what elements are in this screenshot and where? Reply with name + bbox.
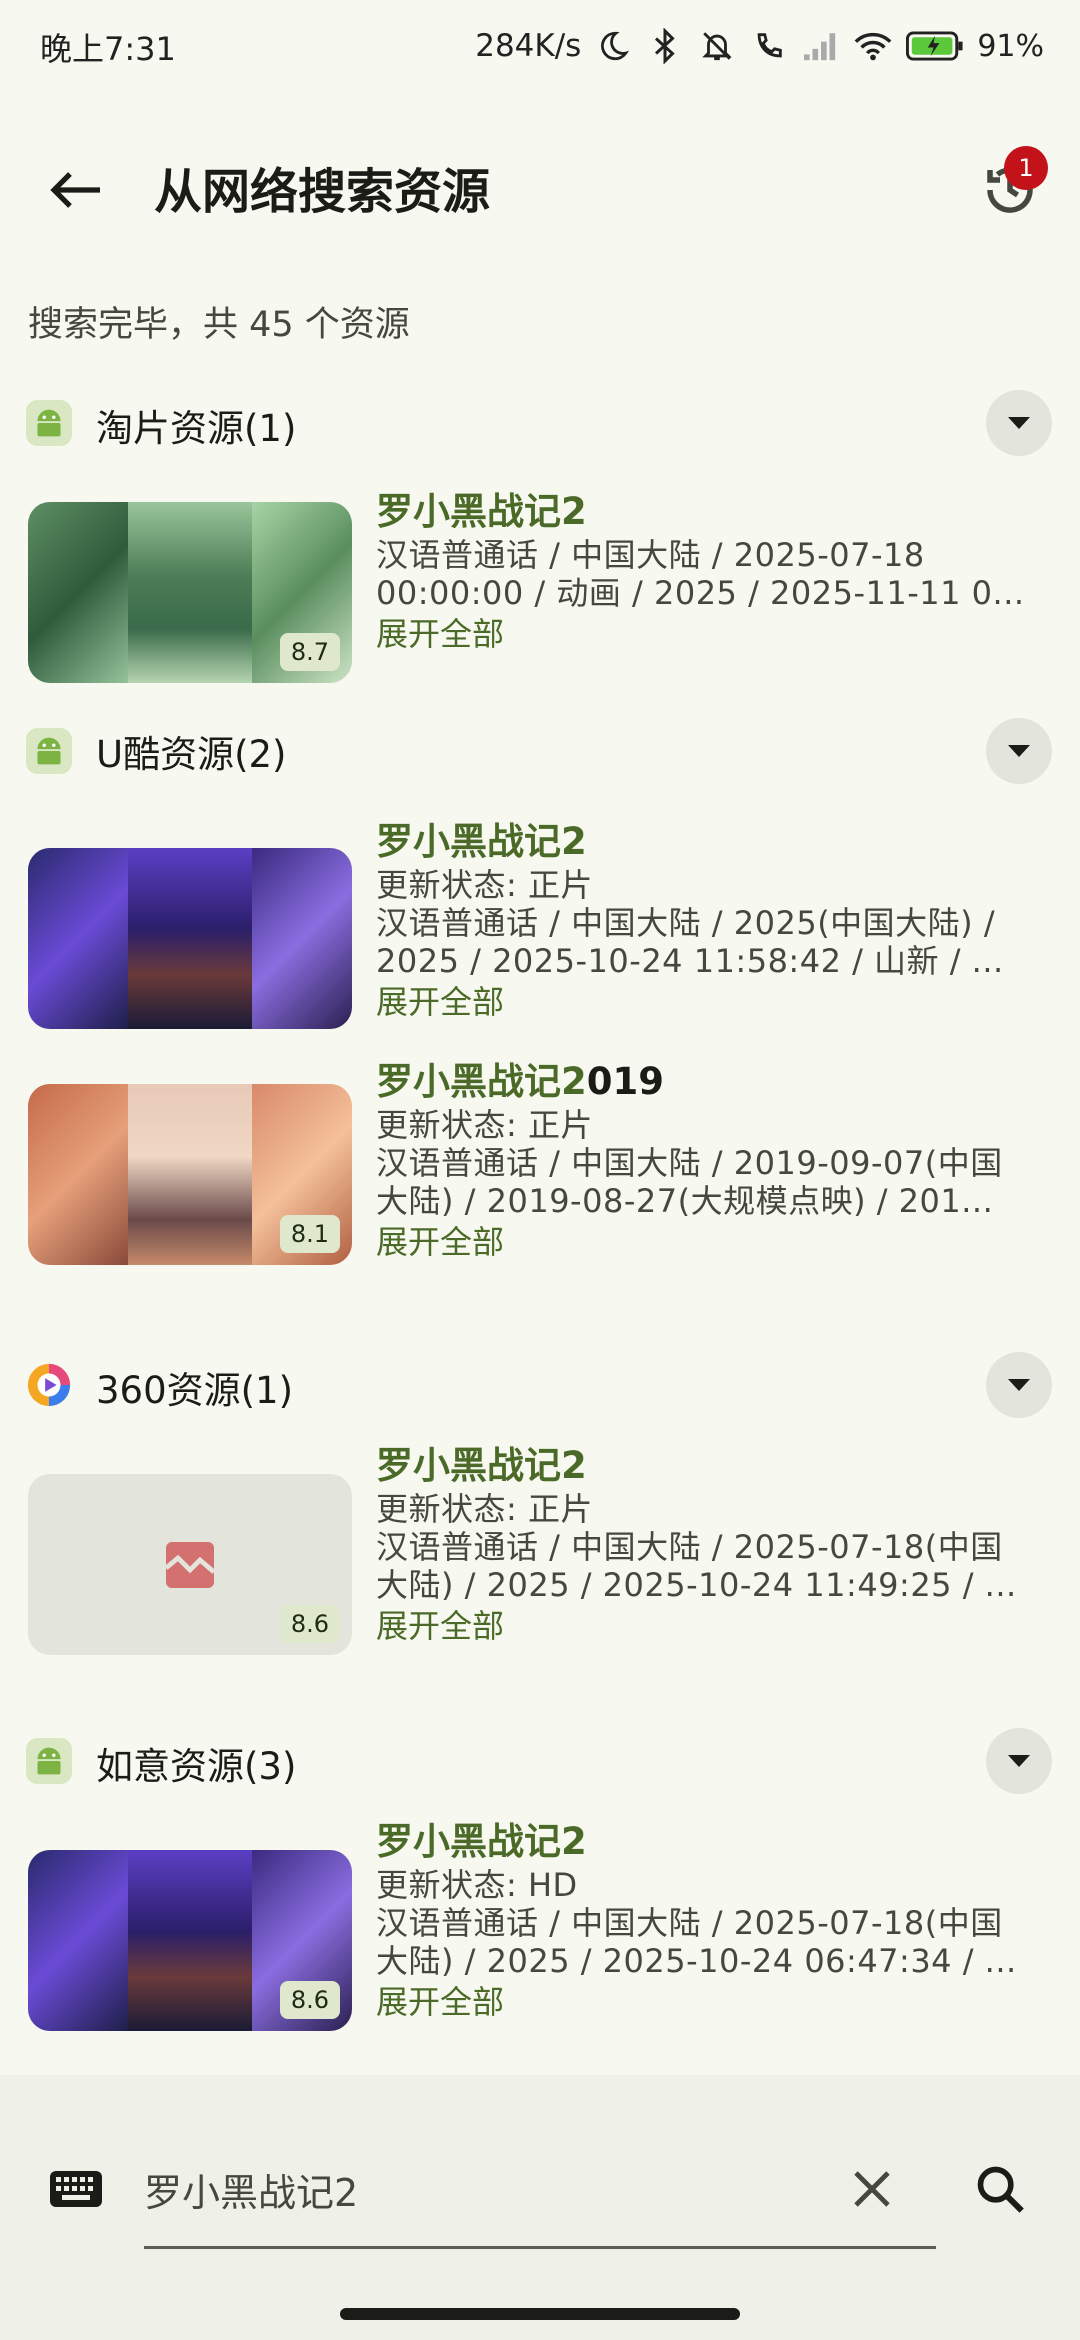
caret-down-icon [1008,745,1030,757]
item-title-suffix: 019 [586,1060,664,1103]
item-title: 罗小黑战记2 [376,1444,587,1487]
back-arrow-icon [50,172,100,208]
close-icon [854,2171,890,2207]
item-meta-line: 汉语普通话 / 中国大陆 / 2025-07-18 [376,536,925,574]
update-status: 更新状态: HD [376,1866,578,1904]
score-badge: 8.7 [280,633,340,671]
360-icon [27,1363,71,1407]
group-expand-button[interactable] [986,1728,1052,1794]
search-input[interactable] [144,2153,934,2225]
item-meta-line: 汉语普通话 / 中国大陆 / 2025-07-18(中国 [376,1528,1003,1566]
update-status: 更新状态: 正片 [376,866,593,904]
search-button[interactable] [964,2153,1036,2225]
clear-button[interactable] [836,2153,908,2225]
list-item[interactable]: 8.6 罗小黑战记2 更新状态: HD 汉语普通话 / 中国大陆 / 2025-… [0,1816,1080,2075]
item-meta-line: 大陆) / 2025 / 2025-10-24 11:49:25 / ... [376,1566,1017,1604]
expand-all-link[interactable]: 展开全部 [376,612,1056,656]
item-meta-line: 汉语普通话 / 中国大陆 / 2019-09-07(中国 [376,1144,1003,1182]
group-expand-button[interactable] [986,390,1052,456]
group-header-ruyi[interactable]: 如意资源(3) [0,1720,1080,1816]
broken-image-icon [164,1542,216,1588]
item-info: 罗小黑战记2 汉语普通话 / 中国大陆 / 2025-07-18 00:00:0… [376,488,1056,656]
page-title: 从网络搜索资源 [154,164,491,220]
group-title: U酷资源(2) [96,733,287,776]
score-badge: 8.6 [280,1605,340,1643]
list-item[interactable]: 8.6 罗小黑战记2 更新状态: 正片 汉语普通话 / 中国大陆 / 2025-… [0,1440,1080,1720]
item-meta-line: 汉语普通话 / 中国大陆 / 2025-07-18(中国 [376,1904,1003,1942]
item-title-main: 罗小黑战记2 [376,1060,587,1103]
search-icon [977,2166,1024,2213]
group-header-uku[interactable]: U酷资源(2) [0,698,1080,808]
item-meta-line: 大陆) / 2019-08-27(大规模点映) / 201... [376,1182,994,1220]
signal-icon [801,26,841,66]
keyboard-button[interactable] [46,2159,106,2219]
mute-bell-icon [697,26,737,66]
expand-all-link[interactable]: 展开全部 [376,1220,1056,1264]
group-expand-button[interactable] [986,718,1052,784]
item-meta-line: 2025 / 2025-10-24 11:58:42 / 山新 / ... [376,942,1004,980]
expand-all-link[interactable]: 展开全部 [376,1604,1056,1648]
call-icon [749,26,789,66]
item-title: 罗小黑战记2 [376,1820,587,1863]
group-title: 淘片资源(1) [96,407,297,450]
item-info: 罗小黑战记2 更新状态: HD 汉语普通话 / 中国大陆 / 2025-07-1… [376,1818,1056,2024]
poster-image [28,848,352,1029]
results-list[interactable]: 淘片资源(1) 8.7 罗小黑战记2 汉语普通话 / 中国大陆 / 2025-0… [0,360,1080,2075]
list-item[interactable]: 罗小黑战记2 更新状态: 正片 汉语普通话 / 中国大陆 / 2025(中国大陆… [0,808,1080,1074]
item-info: 罗小黑战记2019 更新状态: 正片 汉语普通话 / 中国大陆 / 2019-0… [376,1058,1056,1264]
search-summary: 搜索完毕，共 45 个资源 [28,305,410,345]
poster-image: 8.1 [28,1084,352,1265]
item-title: 罗小黑战记2 [376,490,587,533]
group-title: 如意资源(3) [96,1745,297,1788]
item-title: 罗小黑战记2019 [376,1058,1056,1106]
item-info: 罗小黑战记2 更新状态: 正片 汉语普通话 / 中国大陆 / 2025(中国大陆… [376,818,1056,1024]
group-header-360[interactable]: 360资源(1) [0,1344,1080,1440]
item-meta-line: 00:00:00 / 动画 / 2025 / 2025-11-11 0... [376,574,1025,612]
android-icon [26,728,72,774]
caret-down-icon [1008,1379,1030,1391]
moon-icon [593,26,633,66]
update-status: 更新状态: 正片 [376,1106,593,1144]
score-badge: 8.6 [280,1981,340,2019]
android-icon [26,400,72,446]
battery-icon [905,26,965,66]
caret-down-icon [1008,417,1030,429]
status-bar: 晚上7:31 284K/s 91% [0,0,1080,92]
search-input-underline [144,2246,936,2249]
poster-image: 8.6 [28,1850,352,2031]
network-speed: 284K/s [475,28,582,64]
status-time: 晚上7:31 [40,30,176,68]
list-item[interactable]: 8.7 罗小黑战记2 汉语普通话 / 中国大陆 / 2025-07-18 00:… [0,484,1080,698]
bluetooth-icon [645,26,685,66]
group-title: 360资源(1) [96,1369,294,1412]
group-header-taopian[interactable]: 淘片资源(1) [0,360,1080,484]
caret-down-icon [1008,1755,1030,1767]
item-title: 罗小黑战记2 [376,820,587,863]
status-icons: 284K/s 91% [475,20,1044,72]
expand-all-link[interactable]: 展开全部 [376,980,1056,1024]
expand-all-link[interactable]: 展开全部 [376,1980,1056,2024]
back-button[interactable] [28,142,124,238]
home-indicator[interactable] [340,2308,740,2320]
history-badge: 1 [1004,146,1048,190]
group-expand-button[interactable] [986,1352,1052,1418]
history-button[interactable]: 1 [962,142,1058,238]
keyboard-icon [50,2171,102,2207]
item-meta-line: 汉语普通话 / 中国大陆 / 2025(中国大陆) / [376,904,996,942]
wifi-icon [853,26,893,66]
bottom-search-bar [0,2075,1080,2340]
poster-placeholder: 8.6 [28,1474,352,1655]
item-meta-line: 大陆) / 2025 / 2025-10-24 06:47:34 / ... [376,1942,1017,1980]
android-icon [26,1738,72,1784]
score-badge: 8.1 [280,1215,340,1253]
list-item[interactable]: 8.1 罗小黑战记2019 更新状态: 正片 汉语普通话 / 中国大陆 / 20… [0,1060,1080,1344]
app-bar: 从网络搜索资源 1 [0,120,1080,248]
item-info: 罗小黑战记2 更新状态: 正片 汉语普通话 / 中国大陆 / 2025-07-1… [376,1442,1056,1648]
search-results-screen: 晚上7:31 284K/s 91% 从网络搜索资源 1 搜索完毕，共 45 个资… [0,0,1080,2340]
battery-percent: 91% [977,28,1044,64]
poster-image: 8.7 [28,502,352,683]
update-status: 更新状态: 正片 [376,1490,593,1528]
